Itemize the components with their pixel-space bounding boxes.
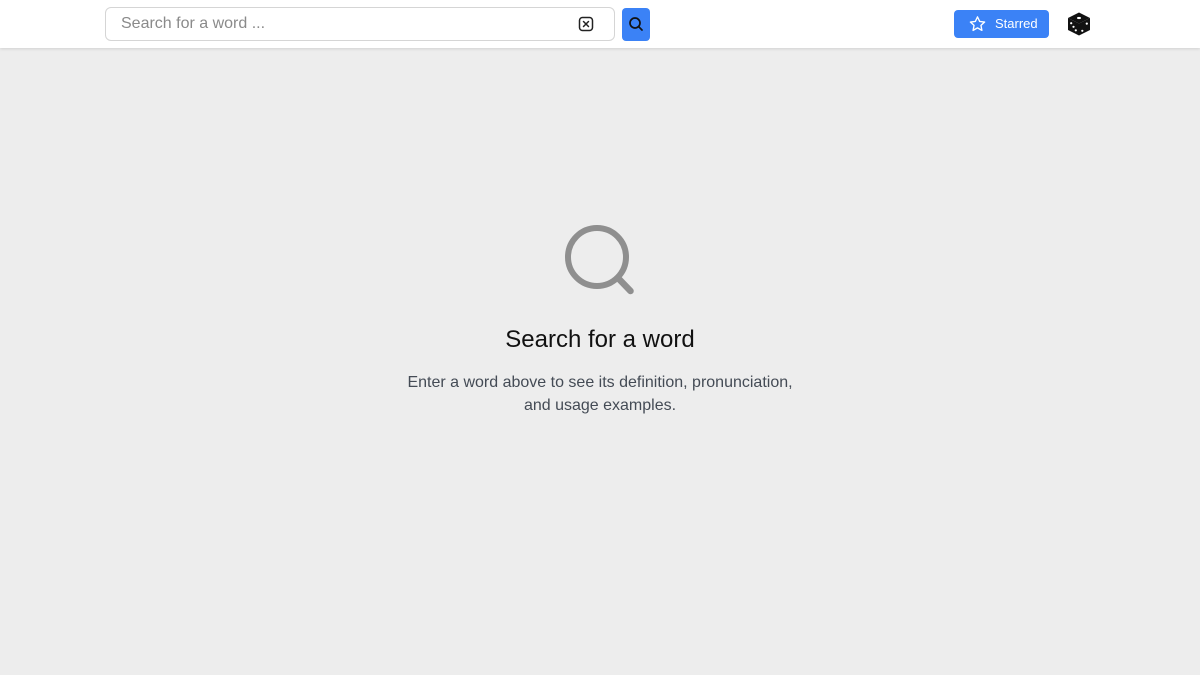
search-input[interactable] <box>106 8 566 40</box>
clear-icon <box>578 16 594 32</box>
empty-state-title: Search for a word <box>505 326 695 353</box>
empty-state-description: Enter a word above to see its definition… <box>407 374 793 414</box>
star-icon <box>969 16 986 32</box>
starred-button[interactable]: Starred <box>954 10 1049 38</box>
clear-search-button[interactable] <box>578 16 594 32</box>
dice-icon <box>1068 12 1090 36</box>
search-box <box>105 7 615 41</box>
search-icon <box>629 17 643 31</box>
empty-state: Search for a word Enter a word above to … <box>0 48 1200 675</box>
magnifier-icon <box>565 225 634 295</box>
search-button[interactable] <box>622 8 650 41</box>
random-word-button[interactable] <box>1066 11 1092 37</box>
starred-label: Starred <box>995 16 1038 31</box>
top-bar: Starred <box>0 0 1200 48</box>
